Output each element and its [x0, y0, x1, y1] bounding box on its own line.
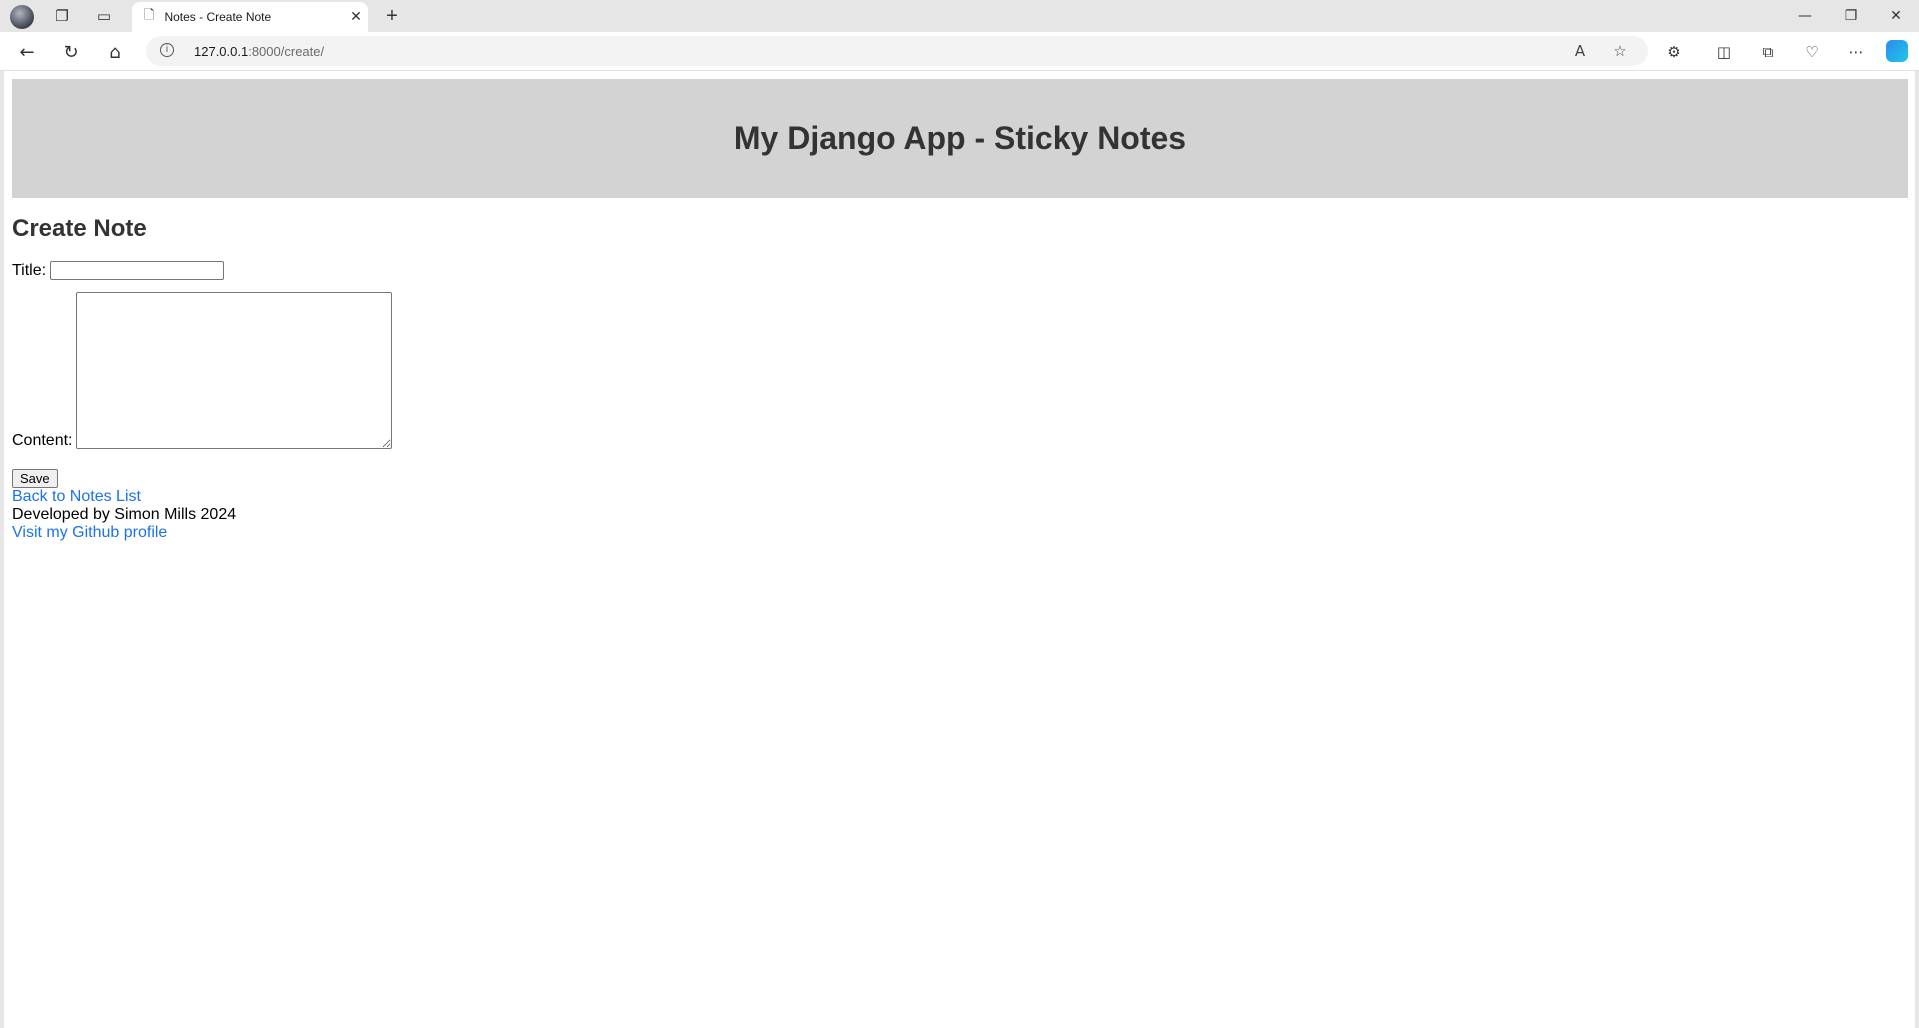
github-profile-link[interactable]: Visit my Github profile [12, 524, 392, 542]
create-note-form: Title: Content: Save [12, 261, 393, 488]
page-content: Create Note Title: Content: Save Back to… [12, 215, 393, 542]
url-path: :8000/create/ [248, 44, 325, 59]
address-bar[interactable]: i 127.0.0.1:8000/create/ A ☆ [146, 36, 1648, 66]
tab-actions-icon[interactable]: ▭ [92, 4, 116, 28]
browser-title-bar: ❐ ▭ 🗋 Notes - Create Note ✕ + — ❐ ✕ [0, 0, 1919, 32]
browser-toolbar: ← ↻ ⌂ i 127.0.0.1:8000/create/ A ☆ ⚙ ◫ ⧉… [0, 32, 1919, 71]
profile-avatar[interactable] [10, 5, 34, 29]
back-to-notes-link[interactable]: Back to Notes List [12, 488, 392, 506]
footer-credit: Developed by Simon Mills 2024 [12, 506, 237, 523]
page-icon: 🗋 [144, 8, 155, 23]
tab-title: Notes - Create Note [164, 10, 272, 24]
refresh-icon[interactable]: ↻ [57, 38, 85, 66]
home-icon[interactable]: ⌂ [101, 38, 129, 66]
browser-essentials-icon[interactable]: ♡ [1798, 38, 1826, 66]
url-host: 127.0.0.1 [194, 44, 249, 59]
split-screen-icon[interactable]: ◫ [1710, 38, 1738, 66]
address-url[interactable]: 127.0.0.1:8000/create/ [194, 44, 324, 59]
workspaces-icon[interactable]: ❐ [50, 4, 74, 28]
site-info-icon[interactable]: i [160, 43, 174, 57]
close-icon[interactable]: ✕ [344, 9, 368, 25]
favorite-star-icon[interactable]: ☆ [1609, 40, 1631, 62]
browser-tab[interactable]: 🗋 Notes - Create Note ✕ [132, 2, 368, 32]
title-input[interactable] [50, 261, 225, 280]
new-tab-icon[interactable]: + [380, 4, 404, 28]
save-button[interactable]: Save [12, 469, 58, 488]
read-aloud-icon[interactable]: A [1569, 40, 1591, 62]
back-icon[interactable]: ← [13, 38, 41, 66]
content-textarea[interactable] [76, 292, 393, 449]
page-viewport: My Django App - Sticky Notes Create Note… [0, 71, 1919, 1028]
restore-icon[interactable]: ❐ [1828, 0, 1874, 32]
window-close-icon[interactable]: ✕ [1873, 0, 1919, 32]
content-label: Content: [12, 432, 73, 449]
site-header: My Django App - Sticky Notes [12, 79, 1908, 198]
minimize-icon[interactable]: — [1782, 0, 1828, 32]
copilot-icon[interactable] [1886, 40, 1908, 62]
more-menu-icon[interactable]: ⋯ [1842, 38, 1870, 66]
title-row: Title: [12, 261, 392, 280]
site-title: My Django App - Sticky Notes [733, 120, 1187, 156]
extensions-icon[interactable]: ⚙ [1660, 38, 1688, 66]
content-row: Content: [12, 292, 393, 449]
title-label: Title: [12, 261, 47, 279]
collections-icon[interactable]: ⧉ [1754, 38, 1782, 66]
page-title: Create Note [12, 215, 147, 242]
